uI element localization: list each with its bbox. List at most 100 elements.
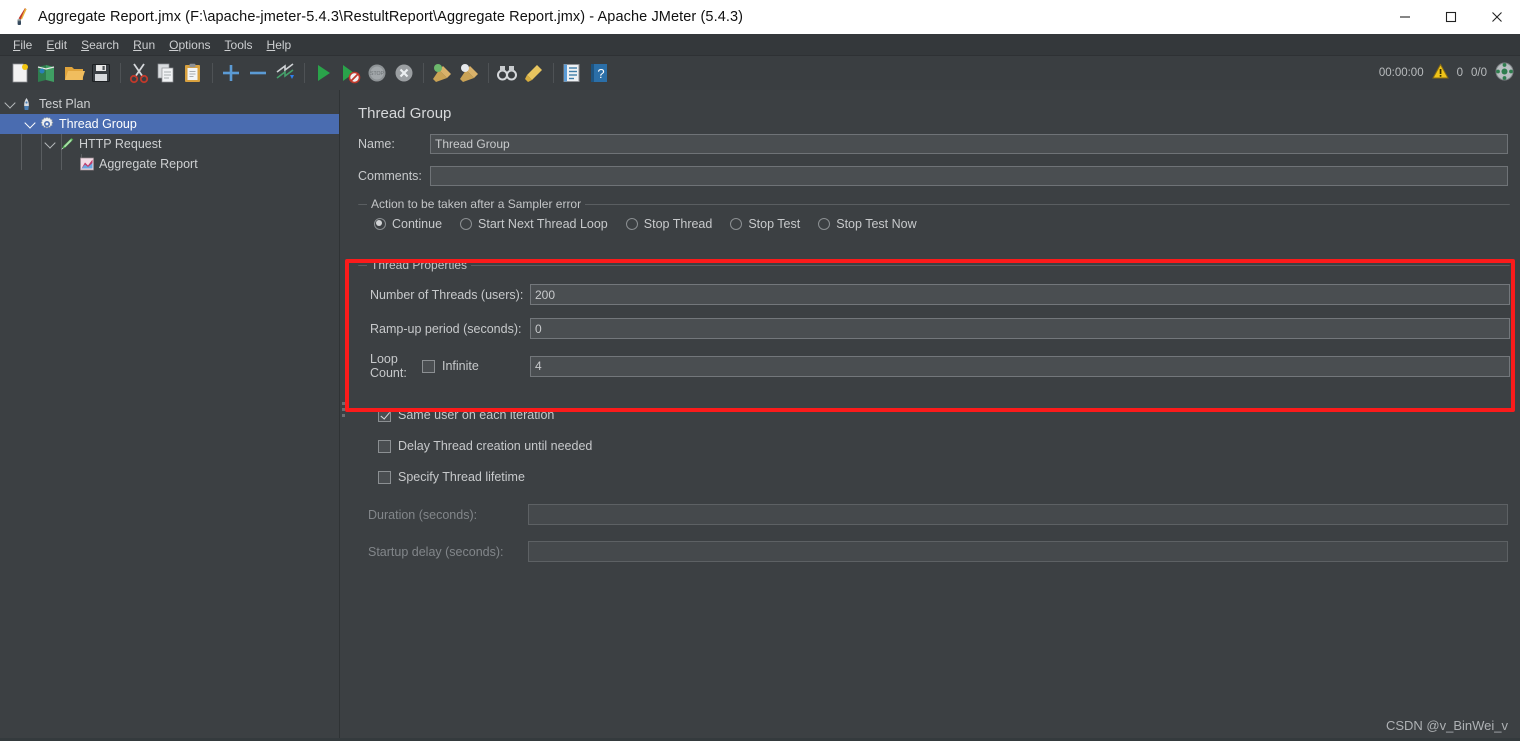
checkbox-label: Same user on each iteration — [398, 408, 555, 422]
window-controls — [1382, 0, 1520, 34]
http-request-icon — [58, 136, 75, 152]
menu-help[interactable]: Help — [260, 36, 299, 54]
radio-indicator-stop-test[interactable] — [730, 218, 743, 230]
menu-search[interactable]: Search — [74, 36, 126, 54]
sampler-error-group-title: Action to be taken after a Sampler error — [367, 197, 586, 211]
tree-node-label: Aggregate Report — [99, 157, 198, 171]
tree-expand-toggle-thread-group[interactable] — [22, 116, 38, 129]
warning-triangle-icon[interactable] — [1431, 63, 1449, 83]
checkbox-label: Specify Thread lifetime — [398, 470, 525, 484]
test-plan-tree[interactable]: Test Plan Thread Group HTTP Request Aggr… — [0, 90, 340, 741]
radio-option-start-next-thread-loop[interactable]: Start Next Thread Loop — [460, 217, 608, 231]
search-reset-icon[interactable] — [521, 61, 546, 86]
window-title-bar: Aggregate Report.jmx (F:\apache-jmeter-5… — [0, 0, 1520, 34]
templates-icon[interactable] — [34, 61, 59, 86]
radio-indicator-continue[interactable] — [374, 218, 386, 230]
start-no-pauses-icon[interactable] — [337, 61, 362, 86]
delay-thread-creation-row[interactable]: Delay Thread creation until needed — [348, 439, 1520, 453]
loop-count-row: Loop Count: Infinite — [358, 352, 1510, 380]
panel-splitter[interactable] — [340, 90, 348, 741]
radio-indicator-stop-test-now[interactable] — [818, 218, 831, 230]
elapsed-time: 00:00:00 — [1378, 67, 1424, 79]
tree-node-aggregate-report[interactable]: Aggregate Report — [0, 154, 339, 174]
menu-tools[interactable]: Tools — [218, 36, 260, 54]
cut-icon[interactable] — [126, 61, 151, 86]
name-input[interactable] — [430, 134, 1508, 154]
radio-option-stop-test[interactable]: Stop Test — [730, 217, 800, 231]
close-button[interactable] — [1474, 0, 1520, 34]
duration-input[interactable] — [528, 504, 1508, 525]
new-icon[interactable] — [7, 61, 32, 86]
menu-search-rest: earch — [89, 37, 120, 52]
clear-icon[interactable] — [429, 61, 454, 86]
copy-icon[interactable] — [153, 61, 178, 86]
radio-indicator-stop-thread[interactable] — [625, 218, 638, 230]
splitter-drag-handle[interactable] — [342, 402, 346, 420]
radio-option-stop-test-now[interactable]: Stop Test Now — [818, 217, 917, 231]
open-icon[interactable] — [61, 61, 86, 86]
toolbar-separator-1 — [120, 63, 121, 83]
menu-bar: File Edit Search Run Options Tools Help — [0, 34, 1520, 56]
expand-all-icon[interactable] — [218, 61, 243, 86]
svg-text:?: ? — [597, 66, 604, 81]
rampup-period-input[interactable] — [530, 318, 1510, 339]
radio-label: Stop Test — [748, 217, 801, 231]
window-title-text: Aggregate Report.jmx (F:\apache-jmeter-5… — [38, 9, 744, 25]
tree-node-thread-group[interactable]: Thread Group — [0, 114, 339, 134]
menu-run-rest: un — [141, 37, 156, 52]
thread-properties-group: Thread Properties Number of Threads (use… — [358, 258, 1510, 386]
rampup-period-label: Ramp-up period (seconds): — [370, 321, 522, 336]
specify-thread-lifetime-row[interactable]: Specify Thread lifetime — [348, 470, 1520, 484]
specify-thread-lifetime-checkbox[interactable] — [378, 470, 391, 484]
radio-option-stop-thread[interactable]: Stop Thread — [625, 217, 712, 231]
delay-thread-creation-checkbox[interactable] — [378, 439, 391, 453]
help-icon[interactable]: ? — [586, 61, 611, 86]
svg-text:STOP: STOP — [369, 71, 384, 77]
collapse-all-icon[interactable] — [245, 61, 270, 86]
radio-option-continue[interactable]: Continue — [374, 217, 442, 231]
stop-icon[interactable]: STOP — [364, 61, 389, 86]
menu-options[interactable]: Options — [162, 36, 217, 54]
same-user-each-iteration-row[interactable]: Same user on each iteration — [348, 408, 1520, 422]
radio-indicator-start-next-thread-loop[interactable] — [460, 218, 473, 230]
infinite-checkbox[interactable] — [422, 359, 435, 373]
active-threads-count: 0/0 — [1471, 67, 1487, 79]
tree-node-http-request[interactable]: HTTP Request — [0, 134, 339, 154]
save-icon[interactable] — [88, 61, 113, 86]
toolbar-separator-5 — [488, 63, 489, 83]
main-toolbar: STOP ? 00:00:00 0 0/0 — [0, 56, 1520, 91]
paste-icon[interactable] — [180, 61, 205, 86]
clear-all-icon[interactable] — [456, 61, 481, 86]
menu-help-rest: elp — [275, 37, 292, 52]
infinite-checkbox-row[interactable]: Infinite — [422, 359, 530, 373]
menu-edit[interactable]: Edit — [39, 36, 74, 54]
radio-label: Stop Test Now — [836, 217, 917, 231]
shutdown-icon[interactable] — [391, 61, 416, 86]
menu-run[interactable]: Run — [126, 36, 162, 54]
menu-edit-rest: dit — [54, 37, 68, 52]
name-field-row: Name: — [348, 134, 1520, 154]
comments-input[interactable] — [430, 166, 1508, 186]
jmeter-feather-icon — [10, 6, 32, 28]
maximize-button[interactable] — [1428, 0, 1474, 34]
toolbar-separator-3 — [304, 63, 305, 83]
tree-node-test-plan[interactable]: Test Plan — [0, 94, 339, 114]
duration-label: Duration (seconds): — [368, 507, 478, 522]
same-user-each-iteration-checkbox[interactable] — [378, 408, 391, 422]
startup-delay-label: Startup delay (seconds): — [368, 544, 504, 559]
tree-expand-toggle-test-plan[interactable] — [2, 96, 18, 109]
toggle-icon[interactable] — [272, 61, 297, 86]
tree-expand-toggle-http-request[interactable] — [42, 136, 58, 149]
start-icon[interactable] — [310, 61, 335, 86]
remote-engines-icon[interactable] — [1495, 62, 1514, 84]
function-helper-icon[interactable] — [559, 61, 584, 86]
startup-delay-input[interactable] — [528, 541, 1508, 562]
checkbox-label: Delay Thread creation until needed — [398, 439, 593, 453]
number-of-threads-input[interactable] — [530, 284, 1510, 305]
tree-node-label: Test Plan — [39, 97, 91, 111]
loop-count-label: Loop Count: — [370, 352, 407, 380]
loop-count-input[interactable] — [530, 355, 1510, 377]
minimize-button[interactable] — [1382, 0, 1428, 34]
search-icon[interactable] — [494, 61, 519, 86]
menu-file[interactable]: File — [6, 36, 39, 54]
